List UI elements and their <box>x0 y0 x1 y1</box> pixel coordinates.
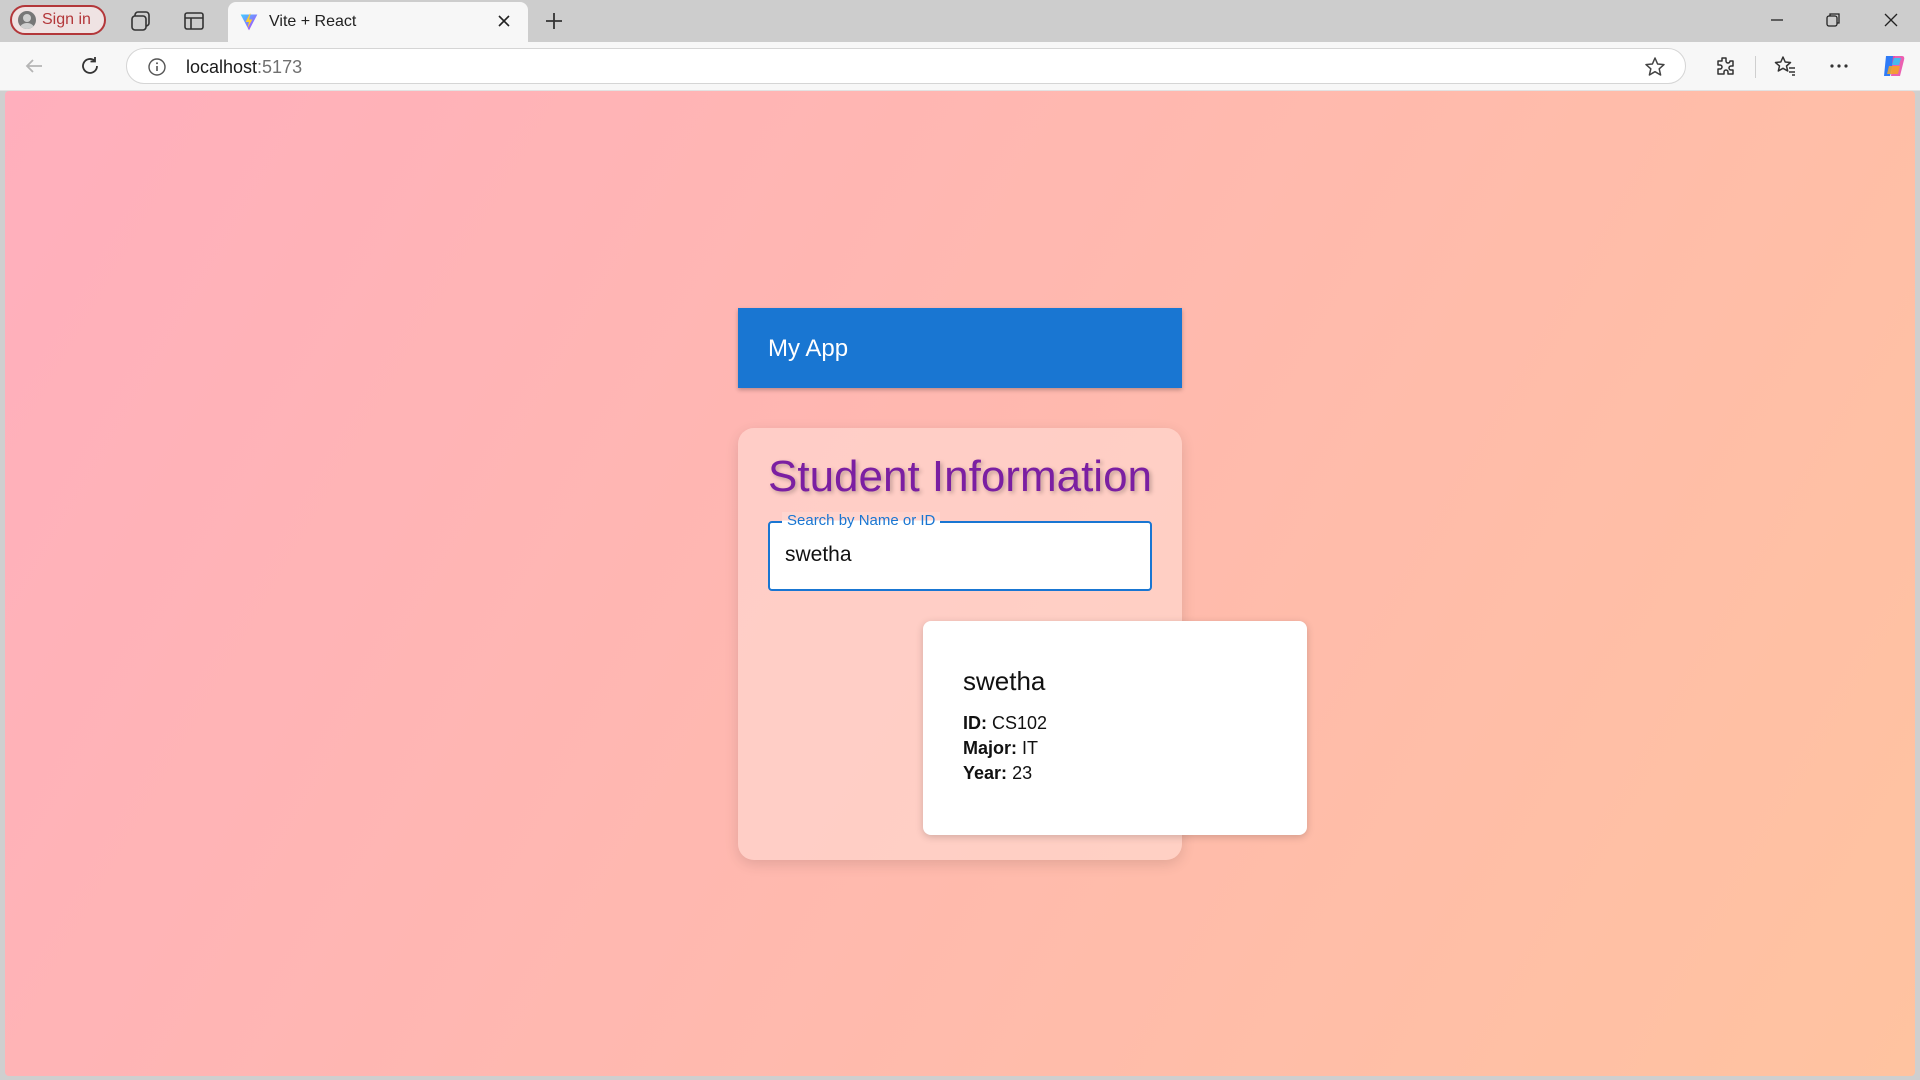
info-icon[interactable] <box>147 57 167 77</box>
workspaces-icon[interactable] <box>129 9 153 33</box>
close-icon[interactable] <box>494 11 514 31</box>
address-bar[interactable]: localhost:5173 <box>126 48 1686 84</box>
search-input[interactable] <box>785 543 1135 567</box>
minimize-icon[interactable] <box>1765 8 1789 32</box>
star-icon[interactable] <box>1643 55 1667 79</box>
app-title: My App <box>768 335 849 362</box>
refresh-icon[interactable] <box>78 54 102 78</box>
sign-in-label: Sign in <box>42 11 91 28</box>
tab-strip: Sign in Vite + React <box>0 0 1920 42</box>
id-label: ID: <box>963 713 987 733</box>
page-viewport: My App Student Information Search by Nam… <box>5 91 1915 1076</box>
tab-title: Vite + React <box>269 13 357 30</box>
copilot-icon[interactable] <box>1880 52 1908 80</box>
student-id-row: ID: CS102 <box>963 713 1047 734</box>
search-field-label: Search by Name or ID <box>782 512 941 529</box>
sign-in-button[interactable]: Sign in <box>10 5 106 35</box>
active-tab[interactable]: Vite + React <box>228 2 528 42</box>
student-year-row: Year: 23 <box>963 763 1032 784</box>
url-text[interactable]: localhost:5173 <box>186 57 302 78</box>
tab-actions-icon[interactable] <box>182 9 206 33</box>
favorites-icon[interactable] <box>1773 54 1797 78</box>
major-value: IT <box>1022 738 1039 758</box>
toolbar-divider <box>1755 56 1756 78</box>
restore-icon[interactable] <box>1821 8 1845 32</box>
major-label: Major: <box>963 738 1017 758</box>
profile-icon <box>18 11 36 29</box>
browser-toolbar: localhost:5173 <box>0 42 1920 91</box>
search-field[interactable]: Search by Name or ID <box>768 512 1152 591</box>
id-value: CS102 <box>992 713 1048 733</box>
app-bar: My App <box>738 308 1182 388</box>
student-major-row: Major: IT <box>963 738 1038 759</box>
more-icon[interactable] <box>1827 54 1851 78</box>
year-value: 23 <box>1012 763 1033 783</box>
url-port: :5173 <box>257 57 303 77</box>
student-name: swetha <box>963 666 1046 696</box>
vite-logo-icon <box>240 13 258 31</box>
url-host: localhost <box>186 57 258 77</box>
page-title: Student Information <box>768 452 1153 501</box>
year-label: Year: <box>963 763 1008 783</box>
back-icon[interactable] <box>22 54 46 78</box>
student-result-card[interactable]: swetha ID: CS102 Major: IT Year: 23 <box>923 621 1307 835</box>
extensions-icon[interactable] <box>1713 54 1737 78</box>
plus-icon[interactable] <box>542 9 566 33</box>
window-close-icon[interactable] <box>1879 8 1903 32</box>
